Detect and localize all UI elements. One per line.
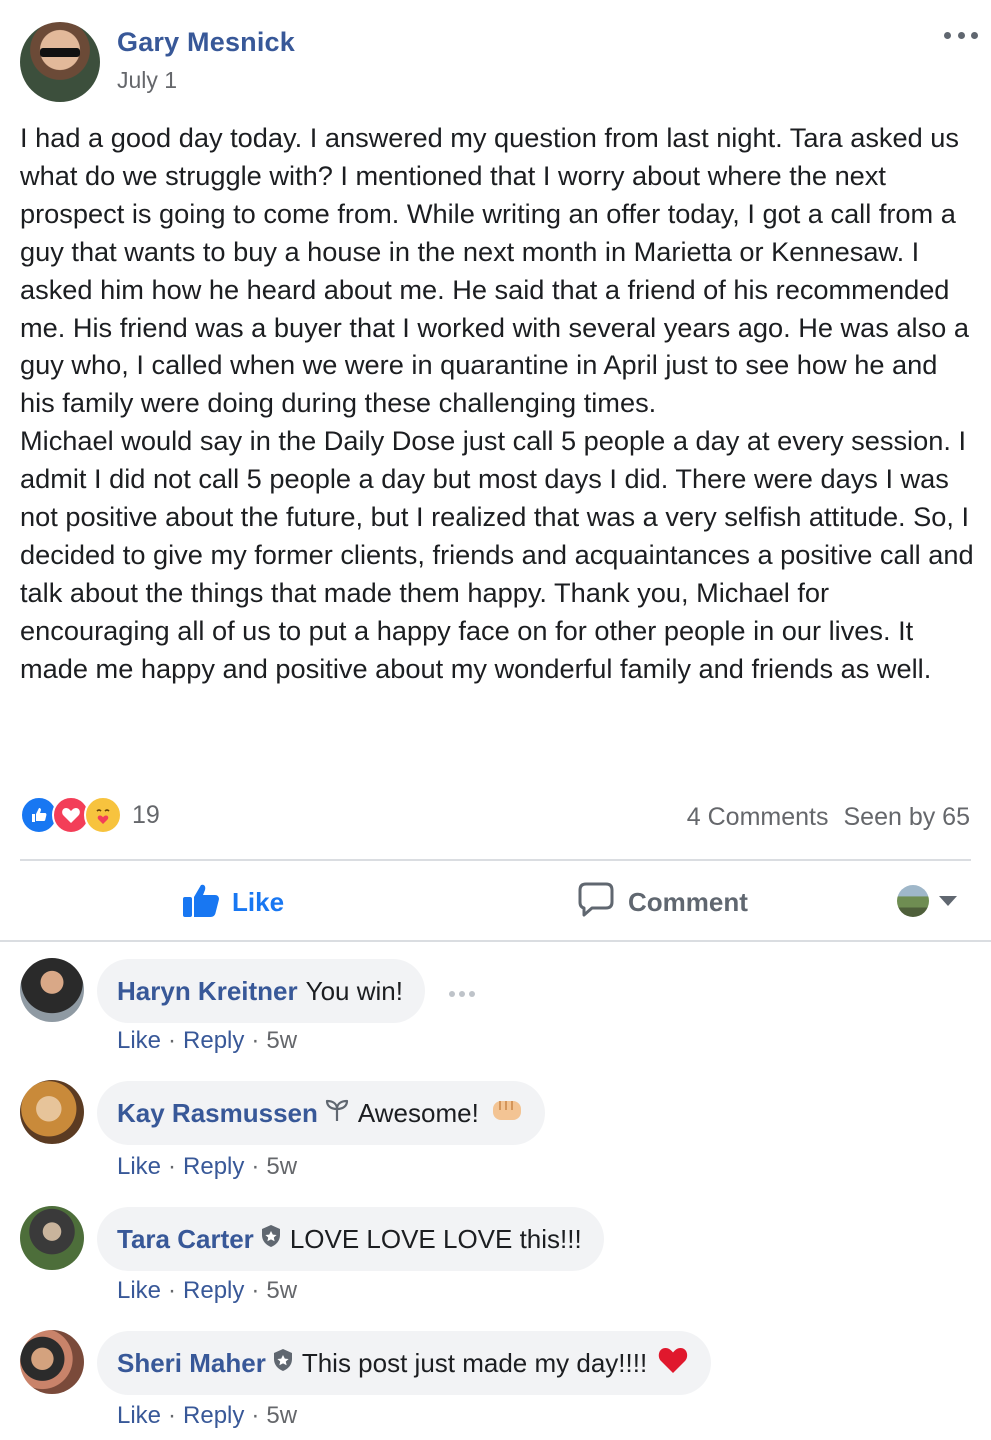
comment-time[interactable]: 5w (266, 1277, 297, 1305)
comment-reply-link[interactable]: Reply (183, 1027, 244, 1055)
comment-reply-link[interactable]: Reply (183, 1277, 244, 1305)
thumbs-up-icon (182, 882, 220, 923)
caret-down-icon (939, 896, 957, 906)
comment-author[interactable]: Sheri Maher (117, 1348, 266, 1379)
reactions-summary[interactable]: 19 (20, 795, 160, 835)
comment-like-link[interactable]: Like (117, 1027, 161, 1055)
comment-meta: Like · Reply · 5w (117, 1027, 298, 1055)
comment-like-link[interactable]: Like (117, 1277, 161, 1305)
comment-button-label: Comment (628, 886, 748, 917)
comment-bubble: Tara Carter LOVE LOVE LOVE this!!! (97, 1207, 604, 1271)
post-stats: 4 Comments Seen by 65 (687, 803, 970, 832)
comment-bubble: Haryn Kreitner You win! (97, 959, 425, 1023)
comment-meta: Like · Reply · 5w (117, 1277, 298, 1305)
post-author-name[interactable]: Gary Mesnick (117, 27, 295, 58)
divider (0, 940, 991, 942)
comment-text: LOVE LOVE LOVE this!!! (289, 1223, 582, 1254)
comment-like-link[interactable]: Like (117, 1402, 161, 1430)
comments-count-link[interactable]: 4 Comments (687, 803, 829, 832)
comment-author[interactable]: Haryn Kreitner (117, 976, 298, 1007)
comment-time[interactable]: 5w (266, 1402, 297, 1430)
comment-bubble: Kay Rasmussen Awesome! (97, 1081, 545, 1145)
comment-icon (578, 882, 614, 923)
comment-bubble: Sheri Maher This post just made my day!!… (97, 1331, 712, 1395)
audience-avatar (897, 885, 929, 917)
shield-badge-icon (260, 1224, 282, 1255)
divider (20, 859, 971, 861)
post-date[interactable]: July 1 (117, 67, 177, 94)
comment-time[interactable]: 5w (266, 1153, 297, 1181)
comment-avatar[interactable] (20, 1206, 84, 1270)
comment-author[interactable]: Kay Rasmussen (117, 1098, 318, 1129)
comment-time[interactable]: 5w (266, 1027, 297, 1055)
seen-by-count[interactable]: Seen by 65 (844, 803, 971, 832)
comment-avatar[interactable] (20, 1330, 84, 1394)
comment-like-link[interactable]: Like (117, 1153, 161, 1181)
comment-text: You win! (305, 975, 403, 1006)
post-text: I had a good day today. I answered my qu… (20, 122, 974, 684)
like-button-label: Like (232, 886, 285, 917)
comment-text: This post just made my day!!!! (301, 1347, 648, 1378)
comment-meta: Like · Reply · 5w (117, 1402, 298, 1430)
shield-badge-icon (272, 1348, 294, 1379)
post-more-icon[interactable] (944, 30, 978, 40)
comment-button[interactable]: Comment (578, 880, 748, 924)
like-button[interactable]: Like (182, 880, 284, 924)
comment-text: Awesome! (357, 1097, 479, 1128)
author-avatar[interactable] (20, 22, 100, 102)
audience-selector[interactable] (897, 885, 957, 917)
comment-more-icon[interactable] (449, 991, 475, 997)
comment-author[interactable]: Tara Carter (117, 1224, 254, 1255)
plant-badge-icon (324, 1098, 350, 1129)
comment-reply-link[interactable]: Reply (183, 1153, 244, 1181)
comment-avatar[interactable] (20, 1080, 84, 1144)
fist-emoji (491, 1097, 523, 1130)
comment-meta: Like · Reply · 5w (117, 1153, 298, 1181)
comment-avatar[interactable] (20, 958, 84, 1022)
care-reaction-icon (84, 796, 122, 834)
reaction-count: 19 (132, 800, 160, 829)
heart-emoji (657, 1345, 689, 1382)
comment-reply-link[interactable]: Reply (183, 1402, 244, 1430)
